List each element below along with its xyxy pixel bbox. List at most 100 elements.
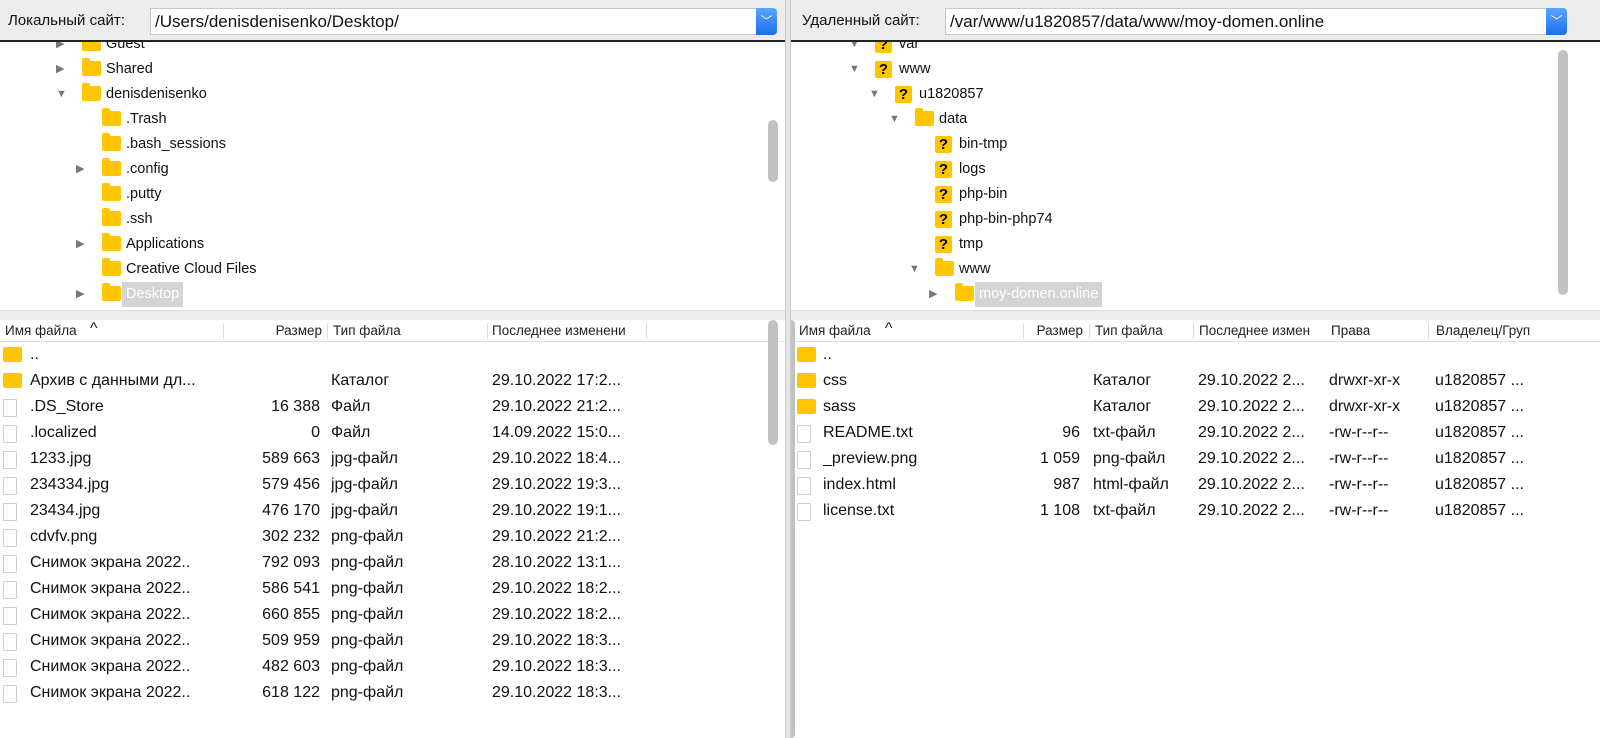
tree-item[interactable]: ▶ Guest <box>0 42 785 57</box>
tree-item[interactable]: .ssh <box>0 207 785 232</box>
tree-item[interactable]: ▼ data <box>791 107 1600 132</box>
remote-list-scrollbar[interactable] <box>791 320 795 738</box>
file-row[interactable]: .. <box>791 342 1600 368</box>
file-icon <box>3 529 17 547</box>
file-row[interactable]: Снимок экрана 2022.. 482 603 png-файл 29.10… <box>0 654 785 680</box>
folder-icon <box>797 399 816 414</box>
file-row[interactable]: Снимок экрана 2022.. 792 093 png-файл 28.10… <box>0 550 785 576</box>
tree-item[interactable]: ▼ denisdenisenko <box>0 82 785 107</box>
tree-item[interactable]: ▼? var <box>791 42 1600 57</box>
file-icon <box>797 451 811 469</box>
file-name: README.txt <box>823 424 913 441</box>
col-header-permissions[interactable]: Права <box>1331 323 1370 338</box>
file-row[interactable]: license.txt 1 108 txt-файл 29.10.2022 2... -… <box>791 498 1600 524</box>
file-row[interactable]: Снимок экрана 2022.. 586 541 png-файл 29.10… <box>0 576 785 602</box>
file-modified: 29.10.2022 18:3... <box>492 658 621 675</box>
remote-path-input[interactable]: /var/www/u1820857/data/www/moy-domen.onl… <box>945 8 1547 35</box>
file-row[interactable]: .localized 0 Файл 14.09.2022 15:0... <box>0 420 785 446</box>
tree-item[interactable]: ▼ www <box>791 257 1600 282</box>
file-icon <box>3 451 17 469</box>
file-icon <box>3 399 17 417</box>
tree-item[interactable]: ▼? u1820857 <box>791 82 1600 107</box>
tree-item[interactable]: .Trash <box>0 107 785 132</box>
col-header-type[interactable]: Тип файла <box>1095 323 1163 338</box>
tree-item-label: .ssh <box>126 211 153 227</box>
expanded-arrow-icon[interactable]: ▼ <box>56 82 68 107</box>
col-header-modified[interactable]: Последнее измен <box>1199 323 1329 338</box>
file-modified: 29.10.2022 18:2... <box>492 606 621 623</box>
expanded-arrow-icon[interactable]: ▼ <box>889 107 901 132</box>
tree-item-label: Creative Cloud Files <box>126 261 257 277</box>
tree-item[interactable]: ▶ .config <box>0 157 785 182</box>
local-path-dropdown[interactable]: ﹀ <box>756 8 777 35</box>
file-row[interactable]: .DS_Store 16 388 Файл 29.10.2022 21:2... <box>0 394 785 420</box>
pane-splitter[interactable] <box>0 310 785 320</box>
tree-item[interactable]: .bash_sessions <box>0 132 785 157</box>
collapsed-arrow-icon[interactable]: ▶ <box>56 57 68 82</box>
collapsed-arrow-icon[interactable]: ▶ <box>76 232 88 257</box>
tree-item[interactable]: .putty <box>0 182 785 207</box>
tree-item[interactable]: ? tmp <box>791 232 1600 257</box>
expanded-arrow-icon[interactable]: ▼ <box>869 82 881 107</box>
file-name: .. <box>823 346 832 363</box>
collapsed-arrow-icon[interactable]: ▶ <box>929 282 941 307</box>
file-row[interactable]: Снимок экрана 2022.. 660 855 png-файл 29.10… <box>0 602 785 628</box>
tree-item[interactable]: ▶ moy-domen.online <box>791 282 1600 307</box>
file-row[interactable]: 234334.jpg 579 456 jpg-файл 29.10.2022 19:3… <box>0 472 785 498</box>
col-header-size[interactable]: Размер <box>1026 323 1083 338</box>
pane-splitter[interactable] <box>791 310 1600 320</box>
file-icon <box>3 555 17 573</box>
file-icon <box>3 607 17 625</box>
file-row[interactable]: README.txt 96 txt-файл 29.10.2022 2... -rw-r… <box>791 420 1600 446</box>
file-icon <box>3 425 17 443</box>
tree-item[interactable]: ▼? www <box>791 57 1600 82</box>
folder-icon <box>82 58 101 76</box>
file-row[interactable]: Снимок экрана 2022.. 509 959 png-файл 29.10… <box>0 628 785 654</box>
file-type: txt-файл <box>1093 424 1156 441</box>
tree-item[interactable]: ▶ Applications <box>0 232 785 257</box>
file-row[interactable]: 1233.jpg 589 663 jpg-файл 29.10.2022 18:4..… <box>0 446 785 472</box>
col-header-name[interactable]: Имя файла <box>799 323 871 338</box>
tree-item[interactable]: ▶ Shared <box>0 57 785 82</box>
tree-item[interactable]: ? bin-tmp <box>791 132 1600 157</box>
col-header-name[interactable]: Имя файла <box>5 323 77 338</box>
file-row[interactable]: sass Каталог 29.10.2022 2... drwxr-xr-x u182… <box>791 394 1600 420</box>
file-row[interactable]: .. <box>0 342 785 368</box>
col-header-size[interactable]: Размер <box>226 323 322 338</box>
file-type: png-файл <box>331 606 404 623</box>
tree-item[interactable]: Creative Cloud Files <box>0 257 785 282</box>
collapsed-arrow-icon[interactable]: ▶ <box>76 157 88 182</box>
unknown-folder-icon: ? <box>875 61 892 78</box>
local-path-input[interactable]: /Users/denisdenisenko/Desktop/ <box>150 8 757 35</box>
expanded-arrow-icon[interactable]: ▼ <box>849 42 861 57</box>
collapsed-arrow-icon[interactable]: ▶ <box>56 42 68 57</box>
file-type: html-файл <box>1093 476 1169 493</box>
tree-item[interactable]: ? php-bin <box>791 182 1600 207</box>
file-size: 482 603 <box>262 658 320 675</box>
file-row[interactable]: index.html 987 html-файл 29.10.2022 2... -rw… <box>791 472 1600 498</box>
local-tree-scrollbar[interactable] <box>768 120 778 182</box>
file-row[interactable]: Снимок экрана 2022.. 618 122 png-файл 29.10… <box>0 680 785 706</box>
file-row[interactable]: _preview.png 1 059 png-файл 29.10.2022 2...… <box>791 446 1600 472</box>
expanded-arrow-icon[interactable]: ▼ <box>909 257 921 282</box>
tree-item[interactable]: ? php-bin-php74 <box>791 207 1600 232</box>
remote-tree-scrollbar[interactable] <box>1558 50 1568 295</box>
remote-path-dropdown[interactable]: ﹀ <box>1546 8 1567 35</box>
file-row[interactable]: css Каталог 29.10.2022 2... drwxr-xr-x u1820… <box>791 368 1600 394</box>
local-list-scrollbar[interactable] <box>768 320 778 445</box>
file-row[interactable]: cdvfv.png 302 232 png-файл 29.10.2022 21:2.… <box>0 524 785 550</box>
sort-ascending-icon: ^ <box>885 320 893 337</box>
file-name: Снимок экрана 2022.. <box>30 632 191 649</box>
col-header-type[interactable]: Тип файла <box>333 323 401 338</box>
tree-item[interactable]: ? logs <box>791 157 1600 182</box>
col-header-owner[interactable]: Владелец/Груп <box>1436 323 1546 338</box>
expanded-arrow-icon[interactable]: ▼ <box>849 57 861 82</box>
file-row[interactable]: 23434.jpg 476 170 jpg-файл 29.10.2022 19:1.… <box>0 498 785 524</box>
tree-item-label: www <box>959 261 991 277</box>
tree-item[interactable]: ▶ Desktop <box>0 282 785 307</box>
unknown-folder-icon: ? <box>935 211 952 228</box>
collapsed-arrow-icon[interactable]: ▶ <box>76 282 88 307</box>
col-header-modified[interactable]: Последнее изменени <box>492 323 645 338</box>
file-name: .. <box>30 346 39 363</box>
file-row[interactable]: Архив с данными дл... Каталог 29.10.2022 1… <box>0 368 785 394</box>
